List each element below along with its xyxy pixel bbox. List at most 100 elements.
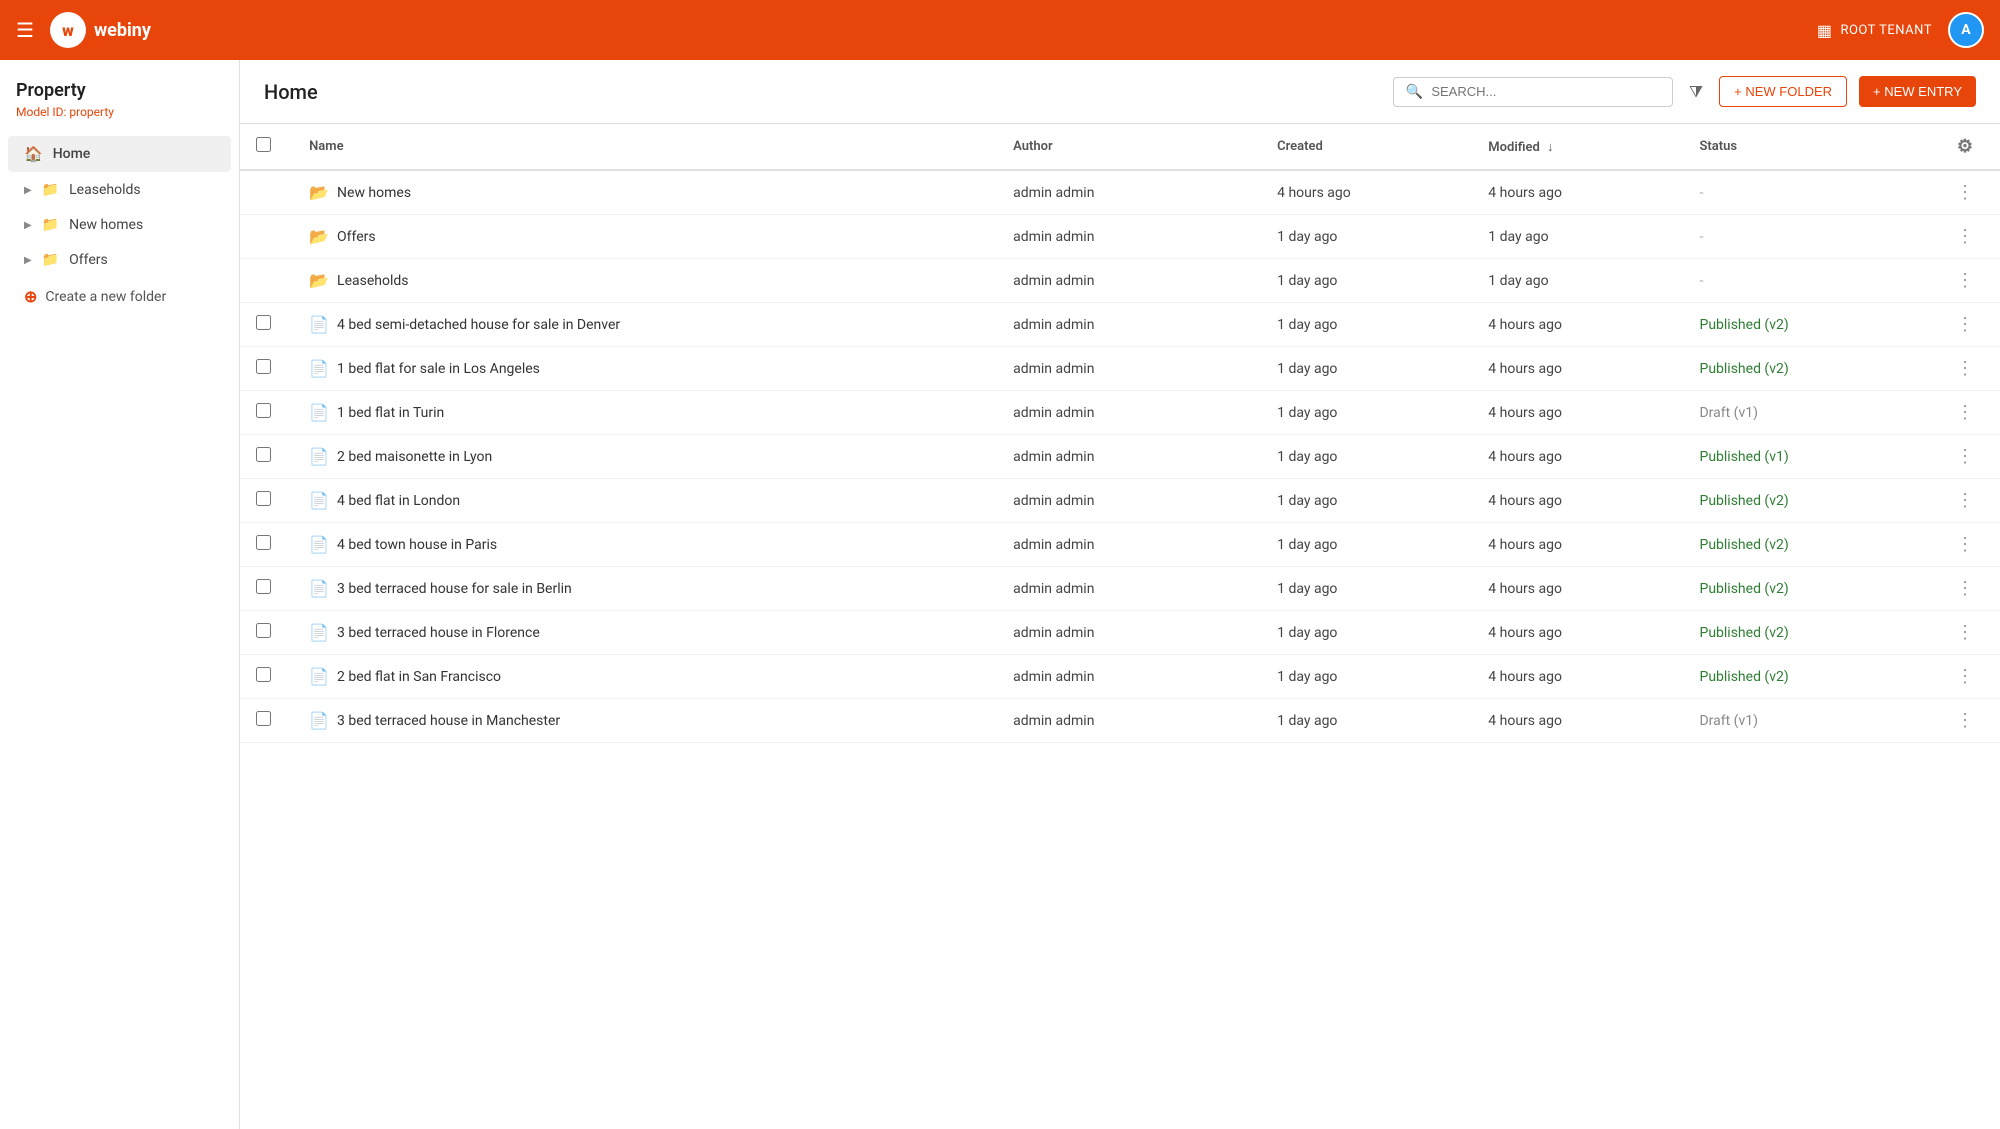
filter-icon[interactable]: ⧩ bbox=[1685, 78, 1707, 106]
row-more-button[interactable]: ⋮ bbox=[1948, 398, 1982, 427]
row-modified: 4 hours ago bbox=[1488, 405, 1562, 421]
row-name-cell[interactable]: 📄 4 bed town house in Paris bbox=[293, 523, 997, 567]
col-header-settings: ⚙ bbox=[1930, 124, 2000, 170]
row-check-cell bbox=[240, 523, 293, 567]
row-checkbox[interactable] bbox=[256, 535, 271, 550]
sidebar-item-home[interactable]: 🏠 Home bbox=[8, 136, 231, 172]
create-new-folder-item[interactable]: ⊕ Create a new folder bbox=[8, 278, 231, 315]
row-status: Draft (v1) bbox=[1699, 713, 1758, 729]
row-check-cell bbox=[240, 215, 293, 259]
row-name-cell[interactable]: 📄 3 bed terraced house in Manchester bbox=[293, 699, 997, 743]
row-checkbox[interactable] bbox=[256, 491, 271, 506]
row-status: Draft (v1) bbox=[1699, 405, 1758, 421]
col-header-name[interactable]: Name bbox=[293, 124, 997, 170]
row-more-button[interactable]: ⋮ bbox=[1948, 442, 1982, 471]
row-check-cell bbox=[240, 435, 293, 479]
row-checkbox[interactable] bbox=[256, 403, 271, 418]
row-name-container: 📂 New homes bbox=[309, 183, 981, 202]
row-more-button[interactable]: ⋮ bbox=[1948, 662, 1982, 691]
row-status-cell: Published (v2) bbox=[1683, 655, 1929, 699]
row-modified: 4 hours ago bbox=[1488, 493, 1562, 509]
search-input[interactable] bbox=[1431, 84, 1660, 99]
row-status: - bbox=[1699, 273, 1703, 289]
row-name-cell[interactable]: 📂 New homes bbox=[293, 170, 997, 215]
table-body: 📂 New homes admin admin 4 hours ago 4 ho… bbox=[240, 170, 2000, 743]
row-more-button[interactable]: ⋮ bbox=[1948, 574, 1982, 603]
row-name-cell[interactable]: 📄 2 bed maisonette in Lyon bbox=[293, 435, 997, 479]
table-row: 📄 3 bed terraced house for sale in Berli… bbox=[240, 567, 2000, 611]
row-actions-cell: ⋮ bbox=[1930, 170, 2000, 215]
row-status-cell: - bbox=[1683, 170, 1929, 215]
row-name-text: 1 bed flat in Turin bbox=[337, 405, 444, 421]
row-name-cell[interactable]: 📄 4 bed flat in London bbox=[293, 479, 997, 523]
sidebar-item-leaseholds[interactable]: ▶ 📁 Leaseholds bbox=[8, 173, 231, 207]
row-name-cell[interactable]: 📄 4 bed semi-detached house for sale in … bbox=[293, 303, 997, 347]
row-name-container: 📄 3 bed terraced house in Florence bbox=[309, 623, 981, 642]
row-more-button[interactable]: ⋮ bbox=[1948, 618, 1982, 647]
sidebar-item-offers[interactable]: ▶ 📁 Offers bbox=[8, 243, 231, 277]
row-created: 4 hours ago bbox=[1277, 185, 1351, 201]
page-title: Home bbox=[264, 80, 318, 104]
row-checkbox[interactable] bbox=[256, 579, 271, 594]
row-name-cell[interactable]: 📄 1 bed flat in Turin bbox=[293, 391, 997, 435]
row-name-cell[interactable]: 📂 Leaseholds bbox=[293, 259, 997, 303]
col-header-modified[interactable]: Modified ↓ bbox=[1472, 124, 1683, 170]
row-checkbox[interactable] bbox=[256, 315, 271, 330]
row-checkbox[interactable] bbox=[256, 447, 271, 462]
row-more-button[interactable]: ⋮ bbox=[1948, 486, 1982, 515]
settings-gear-icon[interactable]: ⚙ bbox=[1957, 136, 1973, 157]
row-modified-cell: 4 hours ago bbox=[1472, 303, 1683, 347]
row-more-button[interactable]: ⋮ bbox=[1948, 222, 1982, 251]
row-more-button[interactable]: ⋮ bbox=[1948, 706, 1982, 735]
row-actions-cell: ⋮ bbox=[1930, 435, 2000, 479]
row-check-cell bbox=[240, 699, 293, 743]
row-actions-cell: ⋮ bbox=[1930, 523, 2000, 567]
row-name-cell[interactable]: 📂 Offers bbox=[293, 215, 997, 259]
topnav-left: ☰ w webiny bbox=[16, 12, 151, 48]
col-header-created[interactable]: Created bbox=[1261, 124, 1472, 170]
row-created-cell: 1 day ago bbox=[1261, 347, 1472, 391]
row-status: Published (v2) bbox=[1699, 361, 1788, 377]
row-name-container: 📄 1 bed flat in Turin bbox=[309, 403, 981, 422]
row-name-cell[interactable]: 📄 3 bed terraced house in Florence bbox=[293, 611, 997, 655]
table-row: 📄 4 bed flat in London admin admin 1 day… bbox=[240, 479, 2000, 523]
user-avatar[interactable]: A bbox=[1948, 12, 1984, 48]
row-name-cell[interactable]: 📄 1 bed flat for sale in Los Angeles bbox=[293, 347, 997, 391]
row-check-cell bbox=[240, 391, 293, 435]
row-author: admin admin bbox=[1013, 493, 1094, 509]
row-more-button[interactable]: ⋮ bbox=[1948, 266, 1982, 295]
row-modified: 4 hours ago bbox=[1488, 449, 1562, 465]
row-more-button[interactable]: ⋮ bbox=[1948, 310, 1982, 339]
row-name-cell[interactable]: 📄 3 bed terraced house for sale in Berli… bbox=[293, 567, 997, 611]
row-checkbox[interactable] bbox=[256, 667, 271, 682]
select-all-checkbox[interactable] bbox=[256, 137, 271, 152]
logo-text: webiny bbox=[94, 20, 151, 41]
hamburger-menu[interactable]: ☰ bbox=[16, 18, 34, 42]
row-more-button[interactable]: ⋮ bbox=[1948, 530, 1982, 559]
row-status-cell: Published (v2) bbox=[1683, 523, 1929, 567]
col-header-author[interactable]: Author bbox=[997, 124, 1261, 170]
row-checkbox[interactable] bbox=[256, 711, 271, 726]
row-status-cell: Published (v2) bbox=[1683, 479, 1929, 523]
new-folder-button[interactable]: + NEW FOLDER bbox=[1719, 76, 1847, 107]
row-checkbox[interactable] bbox=[256, 623, 271, 638]
row-author-cell: admin admin bbox=[997, 523, 1261, 567]
row-more-button[interactable]: ⋮ bbox=[1948, 178, 1982, 207]
row-more-button[interactable]: ⋮ bbox=[1948, 354, 1982, 383]
sidebar-item-new-homes[interactable]: ▶ 📁 New homes bbox=[8, 208, 231, 242]
row-status: Published (v2) bbox=[1699, 581, 1788, 597]
row-check-cell bbox=[240, 611, 293, 655]
row-name-text: 3 bed terraced house for sale in Berlin bbox=[337, 581, 572, 597]
row-created-cell: 1 day ago bbox=[1261, 435, 1472, 479]
table-header-row: Name Author Created Modified ↓ bbox=[240, 124, 2000, 170]
row-status-cell: Published (v2) bbox=[1683, 347, 1929, 391]
row-name-text: 4 bed town house in Paris bbox=[337, 537, 497, 553]
model-id-label: Model ID: bbox=[16, 105, 66, 119]
row-modified-cell: 4 hours ago bbox=[1472, 611, 1683, 655]
row-checkbox[interactable] bbox=[256, 359, 271, 374]
col-header-status[interactable]: Status bbox=[1683, 124, 1929, 170]
app-layout: Property Model ID: property 🏠 Home ▶ 📁 L… bbox=[0, 0, 2000, 1129]
row-author-cell: admin admin bbox=[997, 215, 1261, 259]
new-entry-button[interactable]: + NEW ENTRY bbox=[1859, 76, 1976, 107]
row-name-cell[interactable]: 📄 2 bed flat in San Francisco bbox=[293, 655, 997, 699]
